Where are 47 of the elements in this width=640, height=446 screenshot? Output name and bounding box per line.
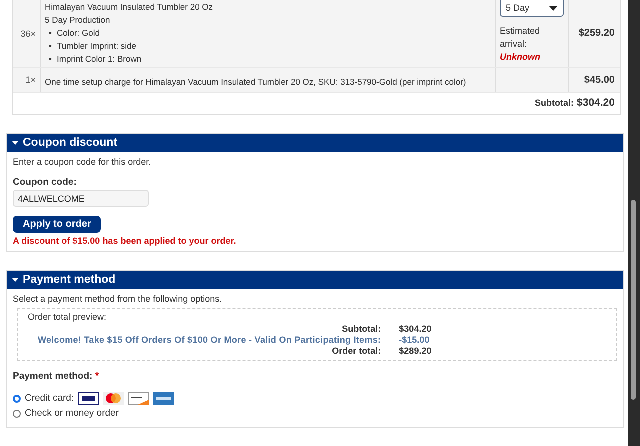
card-logo-icon <box>78 392 100 405</box>
coupon-label: Coupon code: <box>13 177 78 188</box>
radio-button[interactable] <box>13 410 21 418</box>
scrollbar[interactable] <box>628 0 640 446</box>
item-title: Himalayan Vacuum Insulated Tumbler 20 Oz <box>45 1 214 14</box>
quantity: 36× <box>20 28 36 38</box>
production-select[interactable]: 5 Day <box>500 0 564 17</box>
bullet: • <box>49 40 53 53</box>
radio-button[interactable] <box>13 394 21 402</box>
total-value: $289.20 <box>399 346 433 356</box>
required-mark: * <box>95 371 100 382</box>
arrival-label: Estimated arrival: <box>500 25 542 51</box>
card-logo-icon <box>103 392 124 405</box>
item-attribute: Color: Gold <box>57 28 100 38</box>
total-label: Welcome! Take $15 Off Orders Of $100 Or More - Valid On Participating Items: <box>38 335 382 345</box>
item-price: $45.00 <box>584 74 615 86</box>
item-title: One time setup charge for Himalayan Vacuum Insulated Tumbler 20 Oz, SKU: 313-5790-Gold (per imprint color) <box>45 76 468 89</box>
apply-button[interactable]: Apply to order <box>13 216 102 233</box>
coupon-field[interactable]: 4ALLWELCOME <box>13 190 149 207</box>
quantity: 1× <box>26 75 36 85</box>
item-price: $259.20 <box>578 28 615 39</box>
item-attribute: Tumbler Imprint: side <box>57 41 137 51</box>
section-header[interactable]: Coupon discount <box>7 134 623 152</box>
discount-message: A discount of $15.00 has been applied to your order. <box>13 236 238 246</box>
production-time: 5 Day Production <box>45 14 112 27</box>
card-logo-icon <box>153 392 174 405</box>
total-value: $304.20 <box>399 324 433 334</box>
total-label: Subtotal: <box>341 324 382 334</box>
caret-icon <box>549 6 558 10</box>
payment-option[interactable]: Check or money order <box>25 408 119 419</box>
bullet: • <box>49 27 53 40</box>
section-header[interactable]: Payment method <box>7 271 623 289</box>
total-value: -$15.00 <box>399 335 431 345</box>
payment-method-label: Payment method: <box>13 371 93 382</box>
subtotal-value: $304.20 <box>577 97 615 109</box>
caret-icon <box>12 278 19 282</box>
arrival-value: Unknown <box>500 51 542 64</box>
payment-help: Select a payment method from the following options. <box>13 294 224 304</box>
bullet: • <box>49 53 53 66</box>
caret-icon <box>12 141 19 145</box>
subtotal-label: Subtotal: <box>535 98 574 108</box>
card-logo-icon <box>128 392 150 405</box>
coupon-help: Enter a coupon code for this order. <box>13 157 152 167</box>
preview-title: Order total preview: <box>28 312 108 322</box>
total-label: Order total: <box>331 346 382 356</box>
item-attribute: Imprint Color 1: Brown <box>57 54 142 64</box>
payment-option[interactable]: Credit card: <box>25 393 74 404</box>
